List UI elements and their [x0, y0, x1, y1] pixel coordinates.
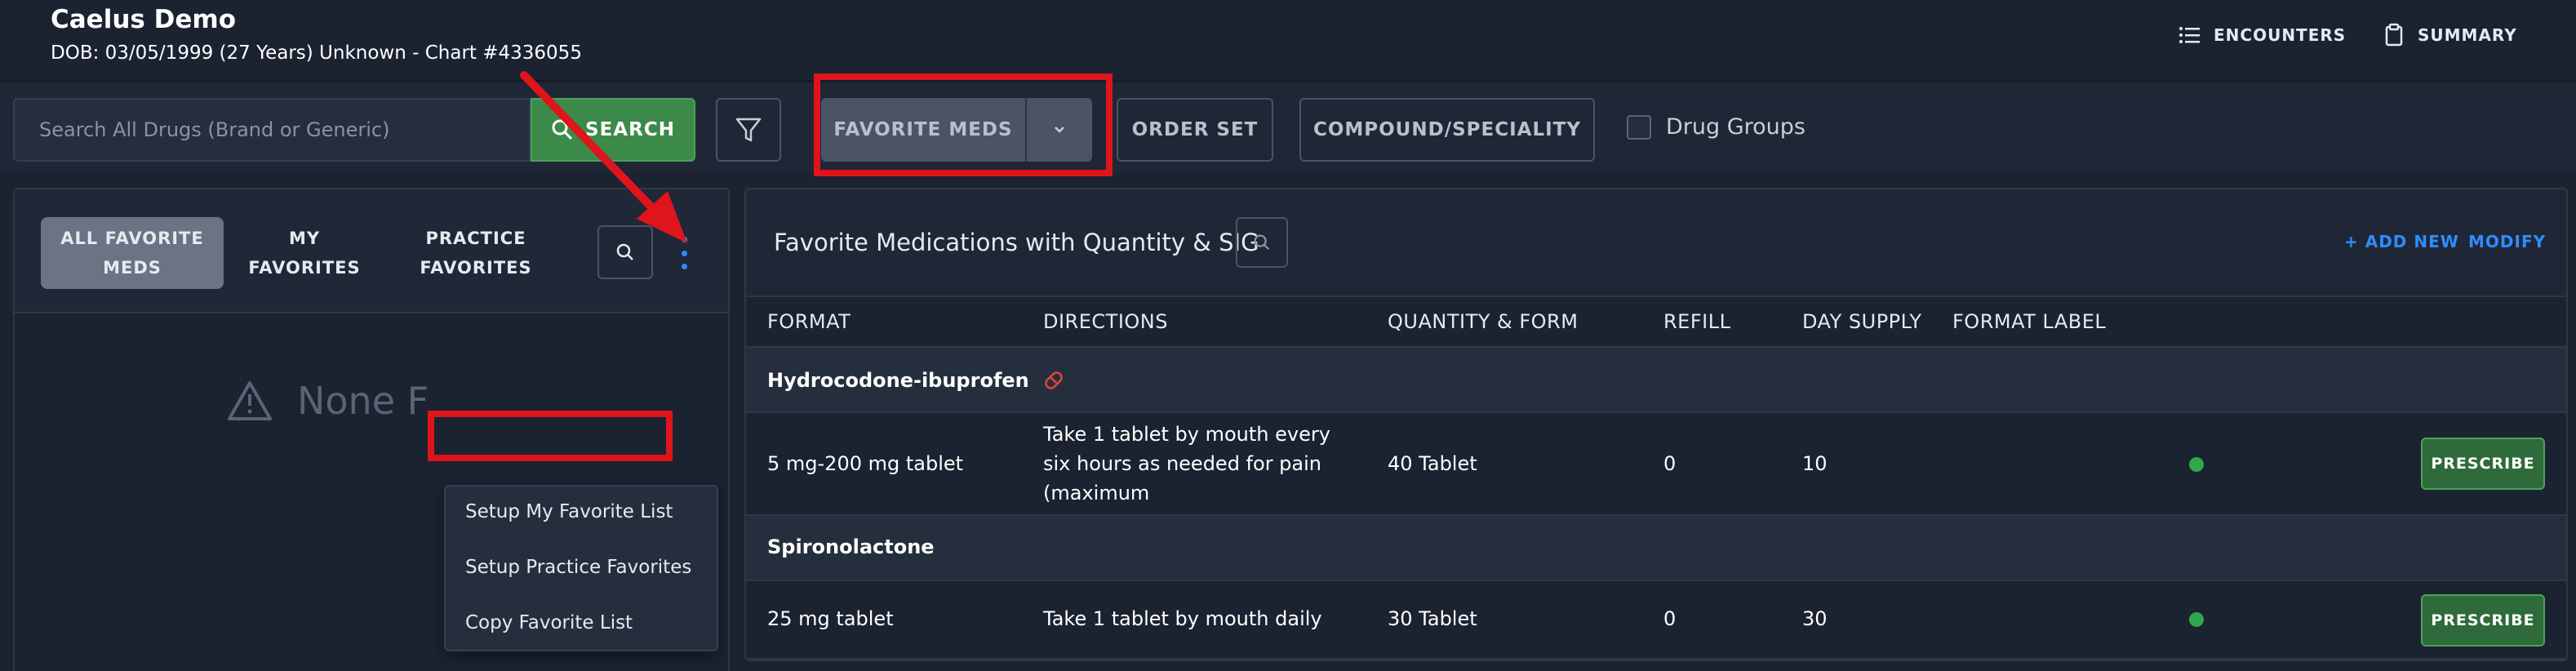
- menu-item-setup-practice-favorites[interactable]: Setup Practice Favorites: [465, 557, 691, 578]
- favorites-options-menu: Setup My Favorite List Setup Practice Fa…: [444, 485, 718, 651]
- clipboard-icon: [2385, 23, 2403, 47]
- status-indicator: [2189, 612, 2204, 627]
- column-header: FORMAT LABEL: [1952, 310, 2107, 333]
- summary-link[interactable]: SUMMARY: [2382, 23, 2517, 47]
- summary-label: SUMMARY: [2418, 25, 2517, 45]
- search-button-label: SEARCH: [585, 119, 675, 140]
- drug-search-field[interactable]: [13, 98, 531, 162]
- medication-name: Spironolactone: [767, 535, 935, 558]
- search-icon: [616, 243, 633, 260]
- search-icon: [552, 119, 573, 140]
- drug-groups-label: Drug Groups: [1666, 114, 1805, 140]
- table-row: 5 mg-200 mg tablet Take 1 tablet by mout…: [746, 413, 2566, 516]
- empty-state-text: None F: [297, 379, 429, 423]
- tab-practice-favorites[interactable]: PRACTICE FAVORITES: [398, 217, 553, 289]
- panel-title: Favorite Medications with Quantity & SIG: [774, 229, 1259, 256]
- highlight-box: [814, 73, 1113, 176]
- modify-link[interactable]: MODIFY: [2468, 232, 2546, 251]
- medication-group-name: Spironolactone: [767, 535, 935, 558]
- list-icon: [2179, 27, 2200, 43]
- medication-name: Hydrocodone-ibuprofen: [767, 369, 1029, 392]
- patient-header: Caelus Demo DOB: 03/05/1999 (27 Years) U…: [0, 0, 2576, 82]
- add-new-link[interactable]: + ADD NEW: [2344, 232, 2459, 251]
- empty-state: None F: [227, 379, 429, 423]
- search-icon: [1254, 234, 1270, 251]
- more-options-icon[interactable]: [677, 237, 691, 269]
- column-header: QUANTITY & FORM: [1388, 310, 1579, 333]
- drug-search-input[interactable]: [15, 100, 529, 160]
- toolbar: SEARCH FAVORITE MEDS ORDER SET COMPOUND/…: [0, 83, 2576, 173]
- encounters-label: ENCOUNTERS: [2214, 25, 2347, 45]
- filter-icon: [735, 118, 762, 142]
- refill-cell: 0: [1663, 607, 1677, 630]
- column-header: REFILL: [1663, 310, 1731, 333]
- medications-search-button[interactable]: [1236, 217, 1288, 268]
- controlled-substance-icon: [1044, 371, 1063, 389]
- favorites-tabs: ALL FAVORITE MEDS MY FAVORITES PRACTICE …: [15, 189, 728, 313]
- column-header: DIRECTIONS: [1043, 310, 1168, 333]
- medication-group-name: Hydrocodone-ibuprofen: [767, 367, 1067, 393]
- medication-group-row: Spironolactone: [746, 516, 2566, 581]
- encounters-link[interactable]: ENCOUNTERS: [2178, 23, 2346, 47]
- prescribe-button[interactable]: PRESCRIBE: [2421, 438, 2545, 490]
- favorite-medications-panel: Favorite Medications with Quantity & SIG…: [744, 188, 2568, 661]
- menu-item-copy-favorite-list[interactable]: Copy Favorite List: [465, 612, 633, 633]
- refill-cell: 0: [1663, 452, 1677, 475]
- drug-groups-toggle[interactable]: Drug Groups: [1627, 114, 1805, 140]
- directions-cell: Take 1 tablet by mouth every six hours a…: [1043, 423, 1330, 504]
- tab-all-favorite-meds[interactable]: ALL FAVORITE MEDS: [41, 217, 224, 289]
- column-header: FORMAT: [767, 310, 851, 333]
- warning-icon: [228, 381, 272, 420]
- table-row: 25 mg tablet Take 1 tablet by mouth dail…: [746, 581, 2566, 660]
- medication-group-row: Hydrocodone-ibuprofen: [746, 348, 2566, 413]
- patient-name: Caelus Demo: [51, 5, 236, 34]
- favorites-search-button[interactable]: [597, 225, 653, 279]
- tab-my-favorites[interactable]: MY FAVORITES: [243, 217, 366, 289]
- highlight-box: [428, 411, 673, 461]
- format-cell: 25 mg tablet: [767, 607, 894, 630]
- status-indicator: [2189, 457, 2204, 472]
- prescribe-button[interactable]: PRESCRIBE: [2421, 594, 2545, 647]
- column-header: DAY SUPPLY: [1802, 310, 1922, 333]
- table-header: FORMAT DIRECTIONS QUANTITY & FORM REFILL…: [746, 296, 2566, 348]
- quantity-cell: 30 Tablet: [1388, 607, 1477, 630]
- day-supply-cell: 10: [1802, 452, 1828, 475]
- patient-info: DOB: 03/05/1999 (27 Years) Unknown - Cha…: [51, 42, 582, 64]
- drug-groups-checkbox[interactable]: [1627, 114, 1651, 140]
- menu-item-setup-my-favorite-list[interactable]: Setup My Favorite List: [465, 501, 673, 522]
- search-button[interactable]: SEARCH: [531, 98, 695, 162]
- compound-speciality-button[interactable]: COMPOUND/SPECIALITY: [1299, 98, 1595, 162]
- order-set-button[interactable]: ORDER SET: [1117, 98, 1273, 162]
- format-cell: 5 mg-200 mg tablet: [767, 452, 964, 475]
- quantity-cell: 40 Tablet: [1388, 452, 1477, 475]
- day-supply-cell: 30: [1802, 607, 1828, 630]
- directions-cell: Take 1 tablet by mouth daily: [1043, 607, 1322, 630]
- filter-button[interactable]: [716, 98, 781, 162]
